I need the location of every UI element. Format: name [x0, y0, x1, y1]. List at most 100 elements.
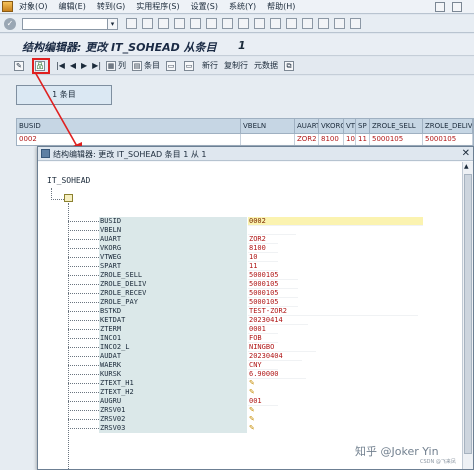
first-page-icon[interactable] — [238, 18, 249, 29]
col-header[interactable]: VBELN — [241, 119, 295, 133]
field-value-input[interactable]: 5000105 — [248, 298, 298, 307]
tree-root-label[interactable]: IT_SOHEAD — [47, 176, 90, 185]
column-button[interactable]: ▦ 列 — [106, 60, 126, 71]
table-cell[interactable]: 5000105 — [370, 134, 423, 145]
print-icon[interactable] — [190, 18, 201, 29]
field-value-input[interactable]: 5000105 — [248, 280, 298, 289]
field-row-vkorg: VKORG 8100 — [38, 244, 463, 253]
menu-help[interactable]: 帮助(H) — [267, 1, 295, 12]
edit-text-icon[interactable]: ✎ — [249, 406, 258, 414]
field-value-input[interactable]: 5000105 — [248, 271, 298, 280]
command-field[interactable] — [22, 17, 108, 30]
field-value-input[interactable]: TEST-ZOR2 — [248, 307, 418, 316]
structure-editor-button[interactable]: 品 — [32, 57, 50, 74]
col-header[interactable]: SP — [356, 119, 370, 133]
new-session-icon[interactable] — [302, 18, 313, 29]
col-header[interactable]: VT — [344, 119, 356, 133]
scroll-up-icon[interactable]: ▲ — [464, 163, 469, 170]
next-entry-icon[interactable]: ▶ — [81, 61, 87, 70]
help-icon[interactable] — [334, 18, 345, 29]
vertical-scrollbar[interactable]: ▲ — [462, 162, 473, 469]
command-history-chevron-icon[interactable]: ▾ — [108, 17, 118, 30]
back-icon[interactable] — [142, 18, 153, 29]
export-button[interactable]: ⧉ — [284, 60, 296, 71]
field-value-input[interactable]: 10 — [248, 253, 278, 262]
sap-menu-icon[interactable] — [2, 1, 13, 12]
table-row[interactable]: 0002 ZOR2 8100 10 11 5000105 5000105 — [16, 134, 474, 146]
edit-text-icon[interactable]: ✎ — [249, 415, 258, 423]
exit-icon[interactable] — [158, 18, 169, 29]
field-value-input[interactable]: 6.90000 — [248, 370, 306, 379]
field-value-input[interactable]: 5000105 — [248, 289, 298, 298]
prev-entry-icon[interactable]: ◀ — [70, 61, 76, 70]
entry-button[interactable]: ▤ 条目 — [132, 60, 160, 71]
field-value-input[interactable]: 20230404 — [248, 352, 302, 361]
field-value-input[interactable] — [248, 226, 296, 235]
field-name-label: AUART — [99, 235, 247, 244]
menu-utilities[interactable]: 实用程序(S) — [136, 1, 179, 12]
menu-system[interactable]: 系统(Y) — [229, 1, 256, 12]
field-value-input[interactable]: 8100 — [248, 244, 278, 253]
menu-settings[interactable]: 设置(S) — [191, 1, 218, 12]
scrollbar-thumb[interactable] — [464, 174, 472, 454]
last-page-icon[interactable] — [286, 18, 297, 29]
field-value-input[interactable]: 001 — [248, 397, 278, 406]
menu-goto[interactable]: 转到(G) — [97, 1, 125, 12]
table-cell[interactable]: 8100 — [319, 134, 344, 145]
first-entry-icon[interactable]: |◀ — [56, 61, 65, 70]
field-row-zrole-sell: ZROLE_SELL 5000105 — [38, 271, 463, 280]
field-value-input[interactable]: 0001 — [248, 325, 278, 334]
field-name-label: VTWEG — [99, 253, 247, 262]
new-row-button[interactable]: 新行 — [202, 60, 218, 71]
table-cell[interactable] — [241, 134, 295, 145]
minimize-icon[interactable] — [452, 2, 462, 12]
shortcut-icon[interactable] — [318, 18, 329, 29]
col-header[interactable]: ZROLE_SELL — [370, 119, 423, 133]
col-header[interactable]: AUART — [295, 119, 319, 133]
edit-text-icon[interactable]: ✎ — [249, 424, 258, 432]
col-header[interactable]: ZROLE_DELIV — [423, 119, 473, 133]
find-next-icon[interactable] — [222, 18, 233, 29]
close-icon[interactable]: ✕ — [462, 148, 470, 159]
insert-button[interactable]: ▭ — [184, 60, 196, 71]
copy-row-button[interactable]: 复制行 — [224, 60, 248, 71]
menu-object[interactable]: 对象(O) — [19, 1, 48, 12]
field-value-input[interactable]: NINGBO — [248, 343, 316, 352]
table-cell[interactable]: ZOR2 — [295, 134, 319, 145]
table-cell[interactable]: 10 — [344, 134, 356, 145]
field-value-input[interactable]: 20230414 — [248, 316, 308, 325]
table-cell[interactable]: 5000105 — [423, 134, 473, 145]
field-name-label: WAERK — [99, 361, 247, 370]
field-row-inco2-l: INCO2_L NINGBO — [38, 343, 463, 352]
field-value-input[interactable]: ZOR2 — [248, 235, 278, 244]
last-entry-icon[interactable]: ▶| — [92, 61, 101, 70]
customize-layout-icon[interactable] — [435, 2, 445, 12]
field-name-label: BUSID — [99, 217, 247, 226]
tree-connector — [68, 347, 99, 348]
field-value-input[interactable]: CNY — [248, 361, 278, 370]
field-value-input[interactable]: 0002 — [248, 217, 423, 226]
col-header[interactable]: VKORG — [319, 119, 344, 133]
edit-text-icon[interactable]: ✎ — [249, 388, 258, 396]
cancel-icon[interactable] — [174, 18, 185, 29]
standard-toolbar: ✓ ▾ — [0, 15, 474, 33]
field-value-input[interactable]: FOB — [248, 334, 278, 343]
enter-check-icon[interactable]: ✓ — [4, 17, 16, 30]
next-page-icon[interactable] — [270, 18, 281, 29]
menu-edit[interactable]: 编辑(E) — [59, 1, 86, 12]
layout-icon[interactable] — [350, 18, 361, 29]
change-mode-button[interactable]: ✎ — [14, 60, 26, 71]
field-name-label: VBELN — [99, 226, 247, 235]
table-cell[interactable]: 11 — [356, 134, 370, 145]
metadata-button[interactable]: 元数据 — [254, 60, 278, 71]
tree-connector — [68, 275, 99, 276]
prev-page-icon[interactable] — [254, 18, 265, 29]
delete-button[interactable]: ▭ — [166, 60, 178, 71]
table-cell[interactable]: 0002 — [17, 134, 241, 145]
find-icon[interactable] — [206, 18, 217, 29]
field-value-input[interactable]: 11 — [248, 262, 278, 271]
save-icon[interactable] — [126, 18, 137, 29]
folder-icon[interactable] — [64, 194, 73, 202]
col-header[interactable]: BUSID — [17, 119, 241, 133]
edit-text-icon[interactable]: ✎ — [249, 379, 258, 387]
